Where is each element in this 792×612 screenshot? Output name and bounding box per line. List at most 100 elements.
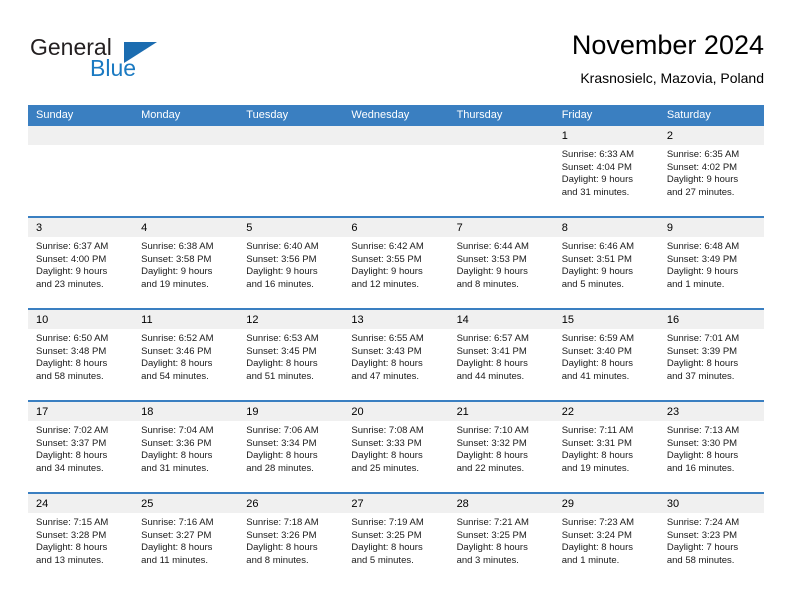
daylight-text: Daylight: 8 hours and 47 minutes. xyxy=(351,358,423,382)
day-cell[interactable]: 3 Sunrise: 6:37 AM Sunset: 4:00 PM Dayli… xyxy=(28,218,134,308)
sunset-text: Sunset: 3:48 PM xyxy=(36,345,107,357)
sunrise-text: Sunrise: 7:02 AM xyxy=(36,425,109,436)
day-number: 15 xyxy=(561,314,574,326)
weekday-header-saturday: Saturday xyxy=(666,109,711,121)
general-blue-logo[interactable]: General Blue xyxy=(28,34,208,90)
title-block: November 2024 Krasnosielc, Mazovia, Pola… xyxy=(572,28,764,88)
day-cell[interactable]: 22 Sunrise: 7:11 AM Sunset: 3:31 PM Dayl… xyxy=(553,402,659,492)
daylight-text: Daylight: 8 hours and 5 minutes. xyxy=(351,542,423,566)
day-details: Sunrise: 6:48 AM Sunset: 3:49 PM Dayligh… xyxy=(659,237,764,291)
day-details: Sunrise: 7:21 AM Sunset: 3:25 PM Dayligh… xyxy=(449,513,554,567)
page-title: November 2024 xyxy=(571,30,764,60)
day-cell[interactable]: 2 Sunrise: 6:35 AM Sunset: 4:02 PM Dayli… xyxy=(658,126,764,216)
sunrise-text: Sunrise: 7:08 AM xyxy=(351,425,424,436)
sunset-text: Sunset: 3:32 PM xyxy=(456,437,527,449)
sunset-text: Sunset: 3:40 PM xyxy=(561,345,632,357)
day-cell[interactable]: 9 Sunrise: 6:48 AM Sunset: 3:49 PM Dayli… xyxy=(658,218,764,308)
sunset-text: Sunset: 3:56 PM xyxy=(246,253,317,265)
day-cell[interactable]: 23 Sunrise: 7:13 AM Sunset: 3:30 PM Dayl… xyxy=(658,402,764,492)
day-cell[interactable]: 24 Sunrise: 7:15 AM Sunset: 3:28 PM Dayl… xyxy=(28,494,134,584)
day-details: Sunrise: 7:11 AM Sunset: 3:31 PM Dayligh… xyxy=(554,421,659,475)
day-cell[interactable]: 20 Sunrise: 7:08 AM Sunset: 3:33 PM Dayl… xyxy=(343,402,449,492)
day-cell[interactable] xyxy=(343,126,449,216)
day-details: Sunrise: 6:59 AM Sunset: 3:40 PM Dayligh… xyxy=(554,329,659,383)
day-cell[interactable]: 18 Sunrise: 7:04 AM Sunset: 3:36 PM Dayl… xyxy=(133,402,239,492)
day-cell[interactable]: 26 Sunrise: 7:18 AM Sunset: 3:26 PM Dayl… xyxy=(238,494,344,584)
day-cell[interactable] xyxy=(238,126,344,216)
day-details: Sunrise: 7:18 AM Sunset: 3:26 PM Dayligh… xyxy=(238,513,343,567)
weekday-header-tuesday: Tuesday xyxy=(246,109,289,121)
daylight-text: Daylight: 8 hours and 44 minutes. xyxy=(456,358,528,382)
sunset-text: Sunset: 3:30 PM xyxy=(666,437,738,449)
day-cell[interactable]: 5 Sunrise: 6:40 AM Sunset: 3:56 PM Dayli… xyxy=(238,218,344,308)
day-number: 1 xyxy=(561,130,568,142)
day-cell[interactable]: 12 Sunrise: 6:53 AM Sunset: 3:45 PM Dayl… xyxy=(238,310,344,400)
day-cell[interactable]: 1 Sunrise: 6:33 AM Sunset: 4:04 PM Dayli… xyxy=(553,126,659,216)
day-cell[interactable]: 17 Sunrise: 7:02 AM Sunset: 3:37 PM Dayl… xyxy=(28,402,134,492)
day-cell[interactable] xyxy=(133,126,239,216)
daylight-text: Daylight: 8 hours and 8 minutes. xyxy=(246,542,318,566)
day-number: 27 xyxy=(351,498,364,510)
calendar-grid: Sunday Monday Tuesday Wednesday Thursday… xyxy=(28,105,764,584)
daylight-text: Daylight: 8 hours and 54 minutes. xyxy=(141,358,213,382)
daylight-text: Daylight: 8 hours and 16 minutes. xyxy=(666,450,739,474)
daylight-text: Daylight: 9 hours and 5 minutes. xyxy=(561,266,633,290)
day-cell[interactable]: 27 Sunrise: 7:19 AM Sunset: 3:25 PM Dayl… xyxy=(343,494,449,584)
sunset-text: Sunset: 3:33 PM xyxy=(351,437,422,449)
daylight-text: Daylight: 7 hours and 58 minutes. xyxy=(666,542,739,566)
daylight-text: Daylight: 8 hours and 11 minutes. xyxy=(141,542,213,566)
day-cell[interactable]: 7 Sunrise: 6:44 AM Sunset: 3:53 PM Dayli… xyxy=(448,218,554,308)
day-cell[interactable]: 10 Sunrise: 6:50 AM Sunset: 3:48 PM Dayl… xyxy=(28,310,134,400)
sunrise-text: Sunrise: 7:15 AM xyxy=(36,517,109,528)
weekday-header-friday: Friday xyxy=(561,109,593,121)
day-cell[interactable]: 15 Sunrise: 6:59 AM Sunset: 3:40 PM Dayl… xyxy=(553,310,659,400)
day-number: 10 xyxy=(36,314,49,326)
daylight-text: Daylight: 8 hours and 51 minutes. xyxy=(246,358,318,382)
sunset-text: Sunset: 3:49 PM xyxy=(666,253,738,265)
sunrise-text: Sunrise: 6:40 AM xyxy=(246,241,319,252)
day-cell[interactable]: 4 Sunrise: 6:38 AM Sunset: 3:58 PM Dayli… xyxy=(133,218,239,308)
day-cell[interactable]: 30 Sunrise: 7:24 AM Sunset: 3:23 PM Dayl… xyxy=(658,494,764,584)
day-number: 7 xyxy=(456,222,463,234)
sunrise-text: Sunrise: 7:06 AM xyxy=(246,425,319,436)
week-row: 10 Sunrise: 6:50 AM Sunset: 3:48 PM Dayl… xyxy=(28,308,764,400)
sunset-text: Sunset: 3:34 PM xyxy=(246,437,317,449)
page-subtitle: Krasnosielc, Mazovia, Poland xyxy=(580,70,764,86)
sunrise-text: Sunrise: 7:19 AM xyxy=(351,517,424,528)
sunset-text: Sunset: 3:31 PM xyxy=(561,437,632,449)
day-cell[interactable]: 28 Sunrise: 7:21 AM Sunset: 3:25 PM Dayl… xyxy=(448,494,554,584)
day-details: Sunrise: 7:01 AM Sunset: 3:39 PM Dayligh… xyxy=(659,329,764,383)
daylight-text: Daylight: 9 hours and 16 minutes. xyxy=(246,266,318,290)
day-cell[interactable]: 21 Sunrise: 7:10 AM Sunset: 3:32 PM Dayl… xyxy=(448,402,554,492)
day-cell[interactable]: 14 Sunrise: 6:57 AM Sunset: 3:41 PM Dayl… xyxy=(448,310,554,400)
weekday-header-wednesday: Wednesday xyxy=(351,109,410,121)
day-cell[interactable]: 11 Sunrise: 6:52 AM Sunset: 3:46 PM Dayl… xyxy=(133,310,239,400)
day-details: Sunrise: 7:24 AM Sunset: 3:23 PM Dayligh… xyxy=(659,513,764,567)
day-details: Sunrise: 6:37 AM Sunset: 4:00 PM Dayligh… xyxy=(28,237,133,291)
sunrise-text: Sunrise: 7:16 AM xyxy=(141,517,214,528)
sunrise-text: Sunrise: 7:10 AM xyxy=(456,425,529,436)
sunrise-text: Sunrise: 6:53 AM xyxy=(246,333,319,344)
day-number: 19 xyxy=(246,406,259,418)
day-details: Sunrise: 6:42 AM Sunset: 3:55 PM Dayligh… xyxy=(343,237,448,291)
day-cell[interactable] xyxy=(28,126,134,216)
day-cell[interactable]: 29 Sunrise: 7:23 AM Sunset: 3:24 PM Dayl… xyxy=(553,494,659,584)
sunset-text: Sunset: 3:25 PM xyxy=(351,529,422,541)
sunrise-text: Sunrise: 7:01 AM xyxy=(666,333,740,344)
sunrise-text: Sunrise: 6:48 AM xyxy=(666,241,740,252)
day-cell[interactable]: 16 Sunrise: 7:01 AM Sunset: 3:39 PM Dayl… xyxy=(658,310,764,400)
day-cell[interactable]: 19 Sunrise: 7:06 AM Sunset: 3:34 PM Dayl… xyxy=(238,402,344,492)
day-number: 20 xyxy=(351,406,364,418)
sunset-text: Sunset: 3:28 PM xyxy=(36,529,107,541)
day-cell[interactable]: 8 Sunrise: 6:46 AM Sunset: 3:51 PM Dayli… xyxy=(553,218,659,308)
day-number: 22 xyxy=(561,406,574,418)
day-details: Sunrise: 7:10 AM Sunset: 3:32 PM Dayligh… xyxy=(449,421,554,475)
day-cell[interactable] xyxy=(448,126,554,216)
day-cell[interactable]: 25 Sunrise: 7:16 AM Sunset: 3:27 PM Dayl… xyxy=(133,494,239,584)
day-cell[interactable]: 13 Sunrise: 6:55 AM Sunset: 3:43 PM Dayl… xyxy=(343,310,449,400)
day-details: Sunrise: 6:55 AM Sunset: 3:43 PM Dayligh… xyxy=(343,329,448,383)
daylight-text: Daylight: 8 hours and 1 minute. xyxy=(561,542,633,566)
day-cell[interactable]: 6 Sunrise: 6:42 AM Sunset: 3:55 PM Dayli… xyxy=(343,218,449,308)
day-number: 13 xyxy=(351,314,364,326)
daylight-text: Daylight: 9 hours and 31 minutes. xyxy=(561,174,633,198)
